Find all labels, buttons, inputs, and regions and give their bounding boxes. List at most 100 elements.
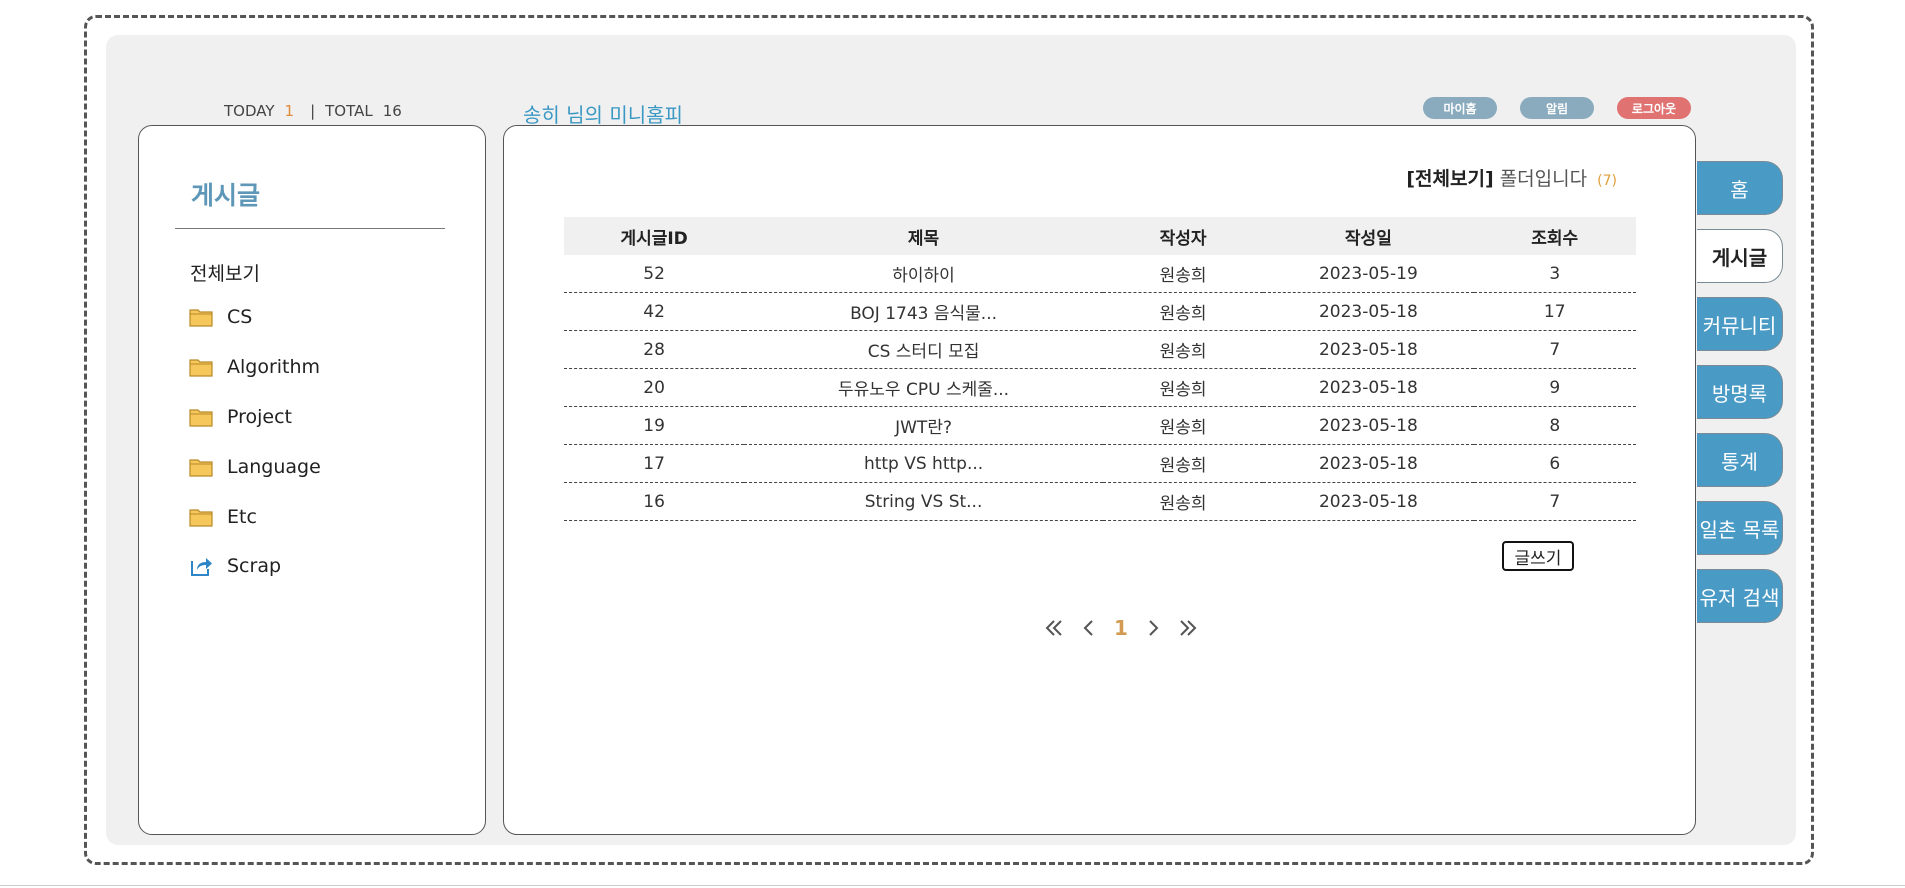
total-value: 16 (382, 102, 402, 120)
post-author: 원송희 (1102, 444, 1264, 483)
post-count: (7) (1597, 173, 1617, 189)
post-date: 2023-05-18 (1263, 368, 1474, 407)
category-label: Scrap (227, 555, 282, 577)
category-label: CS (227, 306, 253, 328)
next-page-icon[interactable] (1146, 618, 1160, 638)
post-author: 원송희 (1102, 368, 1264, 407)
list-heading: [전체보기] 폴더입니다 (7) (1406, 164, 1617, 191)
post-title[interactable]: 두유노우 CPU 스케줄... (744, 368, 1103, 407)
post-title[interactable]: BOJ 1743 음식물... (744, 292, 1103, 331)
first-page-icon[interactable] (1044, 618, 1064, 638)
post-title[interactable]: CS 스터디 모집 (744, 330, 1103, 369)
folder-icon (189, 309, 213, 327)
pagination: 1 (1044, 616, 1198, 640)
post-author: 원송희 (1102, 330, 1264, 369)
post-views: 7 (1473, 482, 1636, 521)
category-label: Etc (227, 506, 257, 528)
post-table: 게시글ID 제목 작성자 작성일 조회수 52 하이하이 원송희 2023-05… (564, 217, 1636, 521)
post-id: 20 (564, 368, 745, 407)
table-row[interactable]: 42 BOJ 1743 음식물... 원송희 2023-05-18 17 (564, 292, 1636, 331)
prev-page-icon[interactable] (1082, 618, 1096, 638)
post-date: 2023-05-18 (1263, 444, 1474, 483)
column-header-date: 작성일 (1263, 217, 1474, 255)
category-label: Language (227, 456, 321, 478)
post-author: 원송희 (1102, 255, 1264, 293)
total-label: TOTAL (325, 102, 373, 120)
tab-posts[interactable]: 게시글 (1697, 229, 1783, 283)
post-views: 8 (1473, 406, 1636, 445)
category-label: Algorithm (227, 356, 321, 378)
last-page-icon[interactable] (1178, 618, 1198, 638)
post-author: 원송희 (1102, 406, 1264, 445)
category-algorithm[interactable]: Algorithm (189, 356, 320, 378)
table-row[interactable]: 19 JWT란? 원송희 2023-05-18 8 (564, 406, 1636, 445)
heading-text: 폴더입니다 (1499, 168, 1588, 190)
counter-separator: | (310, 102, 316, 120)
post-date: 2023-05-18 (1263, 330, 1474, 369)
today-label: TODAY (224, 102, 275, 120)
post-title[interactable]: String VS St... (744, 482, 1103, 521)
post-id: 42 (564, 292, 745, 331)
post-author: 원송희 (1102, 292, 1264, 331)
post-id: 19 (564, 406, 745, 445)
tab-statistics[interactable]: 통계 (1697, 433, 1783, 487)
category-scrap[interactable]: Scrap (189, 555, 281, 577)
post-views: 6 (1473, 444, 1636, 483)
post-date: 2023-05-18 (1263, 482, 1474, 521)
visitor-counter: TODAY 1 | TOTAL 16 (224, 102, 402, 120)
folder-icon (189, 509, 213, 527)
post-title[interactable]: 하이하이 (744, 255, 1103, 293)
category-project[interactable]: Project (189, 406, 292, 428)
category-cs[interactable]: CS (189, 306, 252, 328)
folder-icon (189, 459, 213, 477)
table-header-row: 게시글ID 제목 작성자 작성일 조회수 (564, 217, 1636, 255)
folder-icon (189, 409, 213, 427)
post-id: 28 (564, 330, 745, 369)
column-header-author: 작성자 (1102, 217, 1264, 255)
tab-guestbook[interactable]: 방명록 (1697, 365, 1783, 419)
post-id: 17 (564, 444, 745, 483)
share-icon (191, 558, 212, 576)
tab-friends[interactable]: 일촌 목록 (1697, 501, 1783, 555)
post-date: 2023-05-19 (1263, 255, 1474, 293)
post-title[interactable]: JWT란? (744, 406, 1103, 445)
alarm-button[interactable]: 알림 (1520, 97, 1594, 119)
column-header-id: 게시글ID (564, 217, 745, 255)
category-label: Project (227, 406, 293, 428)
table-row[interactable]: 16 String VS St... 원송희 2023-05-18 7 (564, 482, 1636, 521)
post-list-panel: [전체보기] 폴더입니다 (7) 게시글ID 제목 작성자 작성일 조회수 52… (503, 125, 1696, 835)
sidebar-divider (175, 228, 445, 229)
logout-button[interactable]: 로그아웃 (1617, 97, 1691, 119)
homepage-title: 송히 님의 미니홈피 (523, 103, 683, 127)
post-views: 9 (1473, 368, 1636, 407)
column-header-views: 조회수 (1473, 217, 1636, 255)
post-views: 3 (1473, 255, 1636, 293)
bottom-divider (0, 885, 1905, 886)
write-post-button[interactable]: 글쓰기 (1502, 541, 1574, 571)
myhome-button[interactable]: 마이홈 (1423, 97, 1497, 119)
today-value: 1 (284, 102, 295, 120)
category-etc[interactable]: Etc (189, 506, 257, 528)
sidebar-title: 게시글 (191, 181, 261, 210)
tab-home[interactable]: 홈 (1697, 161, 1783, 215)
post-title[interactable]: http VS http... (744, 444, 1103, 483)
category-all[interactable]: 전체보기 (190, 259, 260, 286)
category-sidebar: 게시글 전체보기 CS Algorithm Project Language E… (138, 125, 486, 835)
tab-user-search[interactable]: 유저 검색 (1697, 569, 1783, 623)
post-author: 원송희 (1102, 482, 1264, 521)
table-row[interactable]: 28 CS 스터디 모집 원송희 2023-05-18 7 (564, 330, 1636, 369)
post-views: 17 (1473, 292, 1636, 331)
table-row[interactable]: 17 http VS http... 원송희 2023-05-18 6 (564, 444, 1636, 483)
current-page[interactable]: 1 (1114, 616, 1128, 640)
post-views: 7 (1473, 330, 1636, 369)
table-row[interactable]: 52 하이하이 원송희 2023-05-19 3 (564, 255, 1636, 293)
category-language[interactable]: Language (189, 456, 321, 478)
post-date: 2023-05-18 (1263, 406, 1474, 445)
folder-icon (189, 359, 213, 377)
tab-community[interactable]: 커뮤니티 (1697, 297, 1783, 351)
post-date: 2023-05-18 (1263, 292, 1474, 331)
column-header-title: 제목 (744, 217, 1103, 255)
post-id: 16 (564, 482, 745, 521)
table-row[interactable]: 20 두유노우 CPU 스케줄... 원송희 2023-05-18 9 (564, 368, 1636, 407)
post-id: 52 (564, 255, 745, 293)
